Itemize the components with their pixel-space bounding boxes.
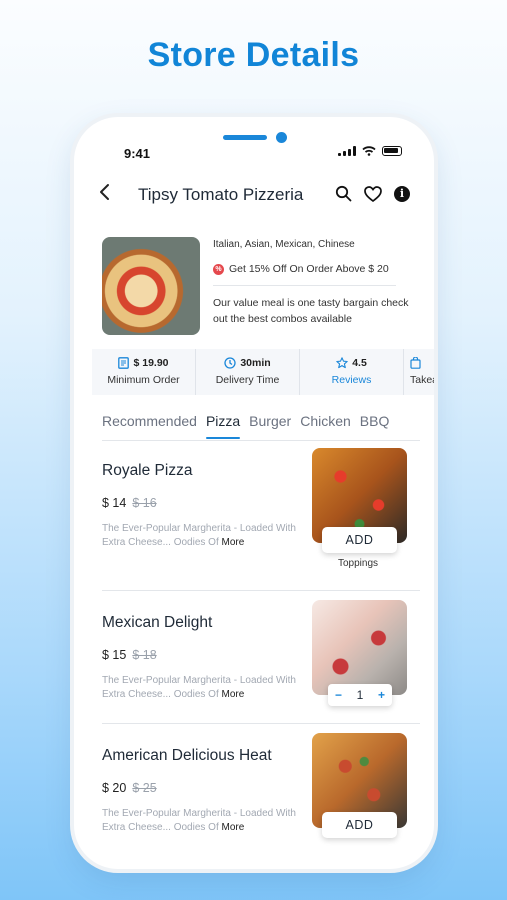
stat-delivery-time: 30min Delivery Time (196, 349, 300, 395)
add-button[interactable]: ADD (322, 527, 397, 553)
bag-icon (410, 357, 421, 369)
status-icons (338, 146, 402, 156)
signal-icon (338, 146, 356, 156)
item-price: $ 20 $ 25 (102, 781, 157, 795)
battery-icon (382, 146, 402, 156)
search-icon[interactable] (335, 185, 352, 202)
header: Tipsy Tomato Pizzeria i (74, 175, 434, 215)
decrement-button[interactable]: − (335, 688, 342, 702)
item-name: Mexican Delight (102, 614, 213, 631)
more-link[interactable]: More (222, 822, 245, 833)
tab-recommended[interactable]: Recommended (102, 409, 197, 441)
stat-minimum-order: $ 19.90 Minimum Order (92, 349, 196, 395)
item-description: The Ever-Popular Margherita - Loaded Wit… (102, 674, 302, 702)
quantity-value: 1 (356, 688, 364, 702)
old-price: $ 25 (132, 781, 157, 795)
tab-bbq[interactable]: BBQ (360, 409, 390, 441)
wifi-icon (362, 146, 376, 156)
stat-label: Delivery Time (215, 374, 280, 386)
item-price: $ 14 $ 16 (102, 496, 157, 510)
page-title: Store Details (147, 36, 360, 74)
menu-icon (118, 357, 130, 369)
chevron-left-icon (100, 184, 109, 200)
menu-item[interactable]: Mexican Delight $ 15 $ 18 The Ever-Popula… (102, 600, 409, 724)
item-image[interactable] (312, 600, 407, 695)
tab-chicken[interactable]: Chicken (300, 409, 351, 441)
item-divider (102, 723, 420, 724)
increment-button[interactable]: + (378, 688, 385, 702)
clock-icon (224, 357, 236, 369)
item-price: $ 15 $ 18 (102, 648, 157, 662)
stat-label: Reviews (331, 374, 372, 386)
old-price: $ 18 (132, 648, 157, 662)
category-tabs: Recommended Pizza Burger Chicken BBQ (102, 409, 434, 441)
speaker (223, 135, 267, 140)
store-summary: Italian, Asian, Mexican, Chinese % Get 1… (102, 237, 412, 337)
more-link[interactable]: More (222, 537, 245, 548)
old-price: $ 16 (132, 496, 157, 510)
quantity-stepper: − 1 + (328, 684, 392, 706)
item-divider (102, 590, 420, 591)
divider (213, 285, 396, 286)
phone-frame: 9:41 Tipsy Tomato Pizzeria i Italian, As… (74, 117, 434, 869)
offer-banner: % Get 15% Off On Order Above $ 20 (213, 263, 389, 275)
item-description: The Ever-Popular Margherita - Loaded Wit… (102, 807, 302, 835)
star-icon (336, 357, 348, 369)
toppings-label: Toppings (338, 558, 379, 569)
current-price: $ 15 (102, 648, 127, 662)
more-link[interactable]: More (222, 689, 245, 700)
menu-item[interactable]: Royale Pizza $ 14 $ 16 The Ever-Popular M… (102, 448, 409, 582)
tab-burger[interactable]: Burger (249, 409, 291, 441)
stat-label: Minimum Order (107, 374, 180, 386)
description-text: The Ever-Popular Margherita - Loaded Wit… (102, 808, 296, 833)
description-text: The Ever-Popular Margherita - Loaded Wit… (102, 675, 296, 700)
status-time: 9:41 (124, 146, 151, 161)
description-text: The Ever-Popular Margherita - Loaded Wit… (102, 523, 296, 548)
store-stats: $ 19.90 Minimum Order 30min Delivery Tim… (92, 349, 434, 395)
add-button[interactable]: ADD (322, 812, 397, 838)
cuisine-list: Italian, Asian, Mexican, Chinese (213, 239, 355, 250)
current-price: $ 14 (102, 496, 127, 510)
camera (276, 132, 287, 143)
store-name: Tipsy Tomato Pizzeria (138, 185, 304, 204)
tab-pizza[interactable]: Pizza (205, 409, 241, 441)
heart-icon[interactable] (364, 185, 382, 202)
item-description: The Ever-Popular Margherita - Loaded Wit… (102, 522, 302, 550)
stat-label: Takea (410, 374, 434, 386)
info-icon[interactable]: i (394, 185, 410, 202)
header-actions: i (335, 185, 410, 202)
stat-takeaway[interactable]: Takea (404, 349, 434, 395)
store-image (102, 237, 200, 335)
back-button[interactable] (98, 183, 112, 205)
stat-reviews[interactable]: 4.5 Reviews (300, 349, 404, 395)
store-description: Our value meal is one tasty bargain chec… (213, 297, 409, 325)
menu-item[interactable]: American Delicious Heat $ 20 $ 25 The Eve… (102, 733, 409, 857)
offer-text: Get 15% Off On Order Above $ 20 (229, 263, 389, 275)
item-name: American Delicious Heat (102, 747, 272, 764)
current-price: $ 20 (102, 781, 127, 795)
tabs-divider (102, 440, 420, 441)
stat-value: 30min (240, 357, 271, 369)
discount-icon: % (213, 263, 224, 275)
stat-value: $ 19.90 (133, 357, 169, 369)
stat-value: 4.5 (352, 357, 367, 369)
item-name: Royale Pizza (102, 462, 193, 479)
